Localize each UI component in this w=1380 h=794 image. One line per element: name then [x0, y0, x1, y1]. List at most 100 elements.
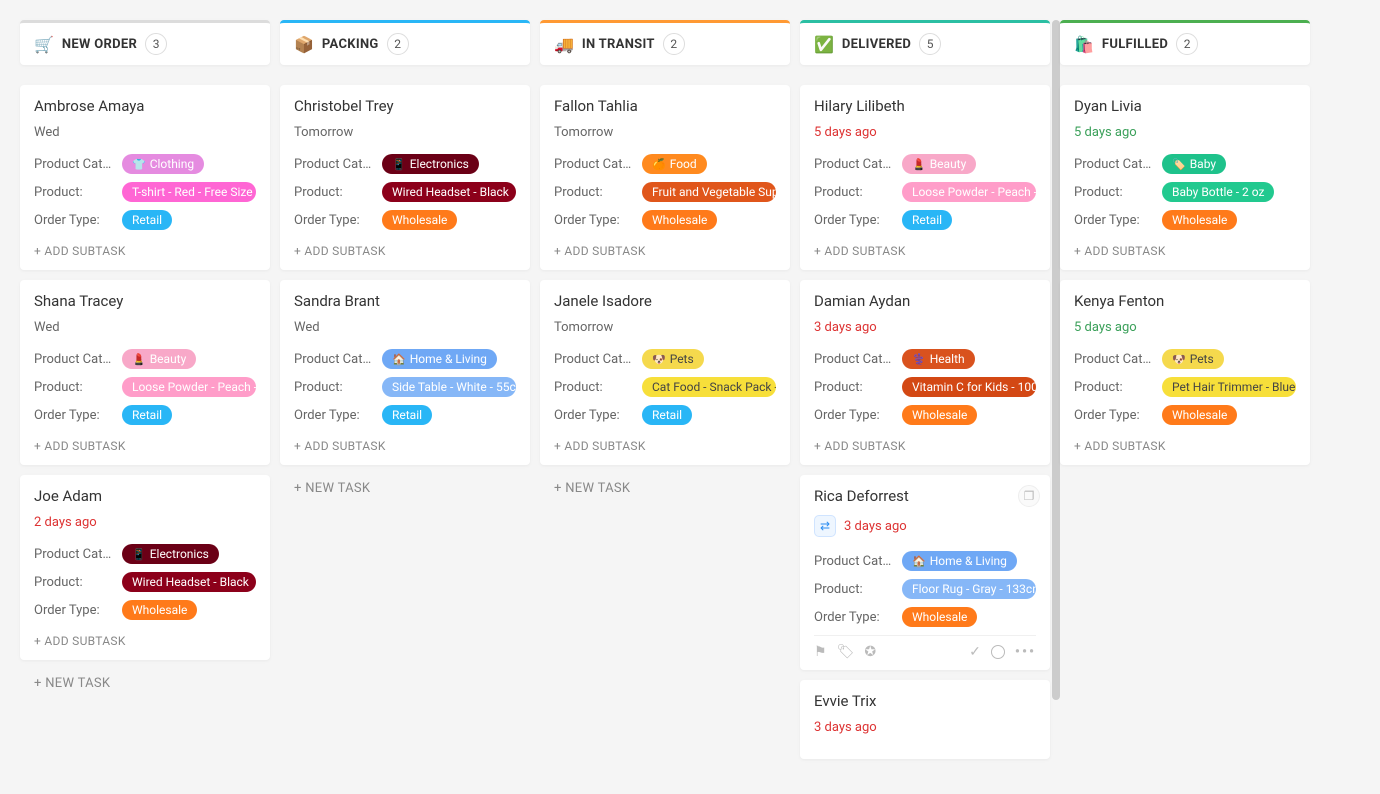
- task-card[interactable]: Ambrose AmayaWedProduct Cat...👕ClothingP…: [20, 85, 270, 270]
- row-label: Product Cat...: [814, 157, 892, 172]
- category-pill[interactable]: 🏠Home & Living: [382, 349, 497, 369]
- card-date: 3 days ago: [844, 519, 907, 534]
- add-subtask-button[interactable]: + ADD SUBTASK: [814, 238, 1036, 260]
- task-card[interactable]: Dyan Livia5 days agoProduct Cat...🏷️Baby…: [1060, 85, 1310, 270]
- card-name: Sandra Brant: [294, 292, 516, 310]
- product-pill[interactable]: Baby Bottle - 2 oz: [1162, 182, 1274, 202]
- product-pill[interactable]: Loose Powder - Peach - 8 g...: [902, 182, 1036, 202]
- task-card[interactable]: ❐Rica Deforrest⇄3 days agoProduct Cat...…: [800, 475, 1050, 670]
- add-subtask-button[interactable]: + ADD SUBTASK: [814, 433, 1036, 455]
- ordertype-pill[interactable]: Wholesale: [902, 607, 977, 627]
- product-pill[interactable]: T-shirt - Red - Free Size: [122, 182, 256, 202]
- new-task-button[interactable]: + NEW TASK: [20, 670, 270, 697]
- category-pill[interactable]: 📱Electronics: [122, 544, 219, 564]
- ordertype-pill[interactable]: Wholesale: [122, 600, 197, 620]
- ordertype-pill[interactable]: Retail: [902, 210, 952, 230]
- status-chip-icon[interactable]: ⇄: [814, 515, 836, 537]
- add-subtask-button[interactable]: + ADD SUBTASK: [294, 238, 516, 260]
- ordertype-pill[interactable]: Retail: [122, 405, 172, 425]
- task-card[interactable]: Kenya Fenton5 days agoProduct Cat...🐶Pet…: [1060, 280, 1310, 465]
- product-pill[interactable]: Loose Powder - Peach - 8 g...: [122, 377, 256, 397]
- row-label: Order Type:: [554, 213, 632, 228]
- category-pill[interactable]: 🍊Food: [642, 154, 707, 174]
- pill-icon: 👕: [132, 158, 146, 171]
- column-header[interactable]: 🛒NEW ORDER3: [20, 20, 270, 65]
- star-icon[interactable]: ✪: [864, 644, 876, 660]
- card-row: Product:Baby Bottle - 2 oz: [1074, 182, 1296, 202]
- ordertype-pill[interactable]: Retail: [122, 210, 172, 230]
- more-icon[interactable]: •••: [1015, 647, 1036, 657]
- column-title: IN TRANSIT: [582, 37, 655, 52]
- row-label: Product:: [1074, 380, 1152, 395]
- add-subtask-button[interactable]: + ADD SUBTASK: [554, 238, 776, 260]
- add-subtask-button[interactable]: + ADD SUBTASK: [34, 238, 256, 260]
- scrollbar-thumb[interactable]: [1052, 20, 1060, 700]
- task-card[interactable]: Evvie Trix3 days ago: [800, 680, 1050, 759]
- task-card[interactable]: Christobel TreyTomorrowProduct Cat...📱El…: [280, 85, 530, 270]
- pill-icon: 📱: [392, 158, 406, 171]
- tag-icon[interactable]: 🏷: [837, 644, 855, 660]
- ordertype-pill[interactable]: Wholesale: [382, 210, 457, 230]
- task-card[interactable]: Janele IsadoreTomorrowProduct Cat...🐶Pet…: [540, 280, 790, 465]
- category-pill[interactable]: ⚕️Health: [902, 349, 975, 369]
- circle-icon[interactable]: [991, 645, 1005, 659]
- row-label: Product:: [554, 380, 632, 395]
- ordertype-pill[interactable]: Wholesale: [1162, 210, 1237, 230]
- category-pill[interactable]: 💄Beauty: [902, 154, 976, 174]
- card-row: Product:Vitamin C for Kids - 100 ca...: [814, 377, 1036, 397]
- product-pill[interactable]: Wired Headset - Black: [122, 572, 256, 592]
- ordertype-pill[interactable]: Retail: [642, 405, 692, 425]
- attachment-icon[interactable]: ❐: [1018, 485, 1040, 507]
- column-count: 3: [145, 33, 167, 55]
- add-subtask-button[interactable]: + ADD SUBTASK: [34, 628, 256, 650]
- product-pill[interactable]: Fruit and Vegetable Supple...: [642, 182, 776, 202]
- ordertype-pill[interactable]: Wholesale: [642, 210, 717, 230]
- category-pill[interactable]: 🏠Home & Living: [902, 551, 1017, 571]
- category-pill[interactable]: 👕Clothing: [122, 154, 204, 174]
- column-header[interactable]: 🛍️FULFILLED2: [1060, 20, 1310, 65]
- card-name: Rica Deforrest: [814, 487, 1036, 505]
- product-pill[interactable]: Side Table - White - 55cm x...: [382, 377, 516, 397]
- column-title: DELIVERED: [842, 37, 911, 52]
- task-card[interactable]: Sandra BrantWedProduct Cat...🏠Home & Liv…: [280, 280, 530, 465]
- card-row: Product:Loose Powder - Peach - 8 g...: [814, 182, 1036, 202]
- product-pill[interactable]: Pet Hair Trimmer - Blue: [1162, 377, 1296, 397]
- pill-text: Retail: [392, 408, 422, 422]
- card-name: Damian Aydan: [814, 292, 1036, 310]
- add-subtask-button[interactable]: + ADD SUBTASK: [1074, 238, 1296, 260]
- add-subtask-button[interactable]: + ADD SUBTASK: [1074, 433, 1296, 455]
- product-pill[interactable]: Cat Food - Snack Pack - 10...: [642, 377, 776, 397]
- task-card[interactable]: Joe Adam2 days agoProduct Cat...📱Electro…: [20, 475, 270, 660]
- card-date: Wed: [294, 320, 516, 335]
- task-card[interactable]: Hilary Lilibeth5 days agoProduct Cat...💄…: [800, 85, 1050, 270]
- ordertype-pill[interactable]: Wholesale: [1162, 405, 1237, 425]
- card-date: 5 days ago: [1074, 320, 1296, 335]
- column-header[interactable]: 📦PACKING2: [280, 20, 530, 65]
- pill-text: Wholesale: [912, 610, 967, 624]
- task-card[interactable]: Fallon TahliaTomorrowProduct Cat...🍊Food…: [540, 85, 790, 270]
- ordertype-pill[interactable]: Retail: [382, 405, 432, 425]
- flag-icon[interactable]: ⚑: [814, 644, 827, 660]
- category-pill[interactable]: 📱Electronics: [382, 154, 479, 174]
- category-pill[interactable]: 💄Beauty: [122, 349, 196, 369]
- scrollbar[interactable]: [1052, 20, 1060, 769]
- new-task-button[interactable]: + NEW TASK: [540, 475, 790, 502]
- card-date: 3 days ago: [814, 320, 1036, 335]
- category-pill[interactable]: 🐶Pets: [642, 349, 704, 369]
- add-subtask-button[interactable]: + ADD SUBTASK: [34, 433, 256, 455]
- category-pill[interactable]: 🏷️Baby: [1162, 154, 1226, 174]
- add-subtask-button[interactable]: + ADD SUBTASK: [294, 433, 516, 455]
- add-subtask-button[interactable]: + ADD SUBTASK: [554, 433, 776, 455]
- check-icon[interactable]: ✓: [969, 644, 981, 660]
- task-card[interactable]: Shana TraceyWedProduct Cat...💄BeautyProd…: [20, 280, 270, 465]
- category-pill[interactable]: 🐶Pets: [1162, 349, 1224, 369]
- column-header[interactable]: ✅DELIVERED5: [800, 20, 1050, 65]
- column-header[interactable]: 🚚IN TRANSIT2: [540, 20, 790, 65]
- ordertype-pill[interactable]: Wholesale: [902, 405, 977, 425]
- product-pill[interactable]: Floor Rug - Gray - 133cm x ...: [902, 579, 1036, 599]
- task-card[interactable]: Damian Aydan3 days agoProduct Cat...⚕️He…: [800, 280, 1050, 465]
- pill-text: Pet Hair Trimmer - Blue: [1172, 380, 1295, 394]
- product-pill[interactable]: Vitamin C for Kids - 100 ca...: [902, 377, 1036, 397]
- new-task-button[interactable]: + NEW TASK: [280, 475, 530, 502]
- product-pill[interactable]: Wired Headset - Black: [382, 182, 516, 202]
